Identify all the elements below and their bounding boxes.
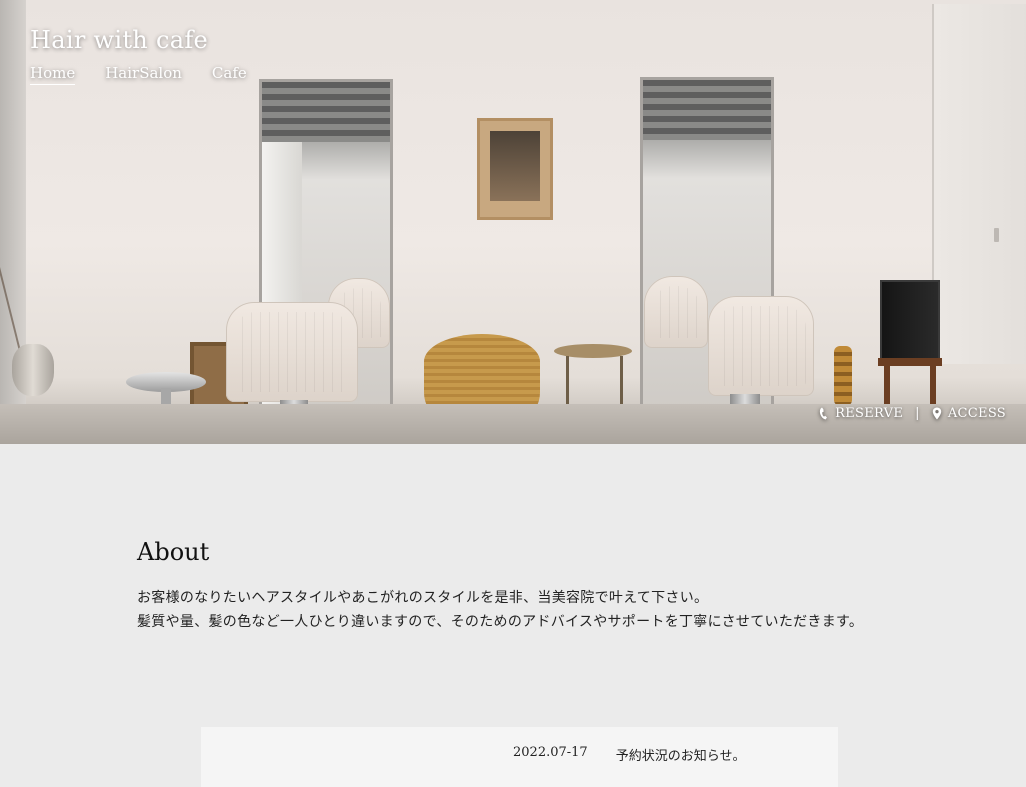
- news-box: 2022.07-17 予約状況のお知らせ。: [201, 727, 838, 787]
- news-item[interactable]: 2022.07-17 予約状況のお知らせ。: [513, 745, 745, 764]
- access-link[interactable]: ACCESS: [932, 406, 1006, 421]
- map-pin-icon: [932, 407, 942, 420]
- nav-cafe-link[interactable]: Cafe: [212, 64, 247, 85]
- about-title: About: [137, 538, 210, 566]
- about-line-1: お客様のなりたいヘアスタイルやあこがれのスタイルを是非、当美容院で叶えて下さい。: [137, 590, 709, 606]
- hero-vase: [12, 344, 54, 396]
- about-line-2: 髪質や量、髪の色など一人ひとり違いますので、そのためのアドバイスやサポートを丁寧…: [137, 614, 864, 630]
- hero-chair-reflection-right: [644, 276, 708, 348]
- news-title[interactable]: 予約状況のお知らせ。: [616, 745, 746, 764]
- news-date: 2022.07-17: [513, 745, 588, 760]
- about-section: About お客様のなりたいヘアスタイルやあこがれのスタイルを是非、当美容院で叶…: [137, 538, 897, 634]
- reserve-label: RESERVE: [835, 406, 904, 421]
- hero-door-handle: [994, 228, 999, 242]
- hero-chair-left: [226, 302, 358, 402]
- hero-branch: [0, 200, 141, 350]
- access-label: ACCESS: [947, 406, 1006, 421]
- main-nav: Home HairSalon Cafe: [30, 64, 247, 85]
- hero-framed-art: [477, 118, 553, 220]
- nav-home-link[interactable]: Home: [30, 64, 76, 85]
- site-title[interactable]: Hair with cafe: [30, 26, 208, 54]
- nav-hairsalon-link[interactable]: HairSalon: [105, 64, 182, 85]
- reserve-link[interactable]: RESERVE: [819, 406, 903, 421]
- quick-links: RESERVE | ACCESS: [819, 406, 1006, 421]
- hero-chair-right: [708, 296, 814, 396]
- quick-links-separator: |: [915, 406, 920, 421]
- hero-speaker: [880, 280, 940, 360]
- phone-icon: [820, 407, 828, 420]
- hero-candle-holder: [834, 346, 852, 406]
- hero-door: [932, 4, 1026, 364]
